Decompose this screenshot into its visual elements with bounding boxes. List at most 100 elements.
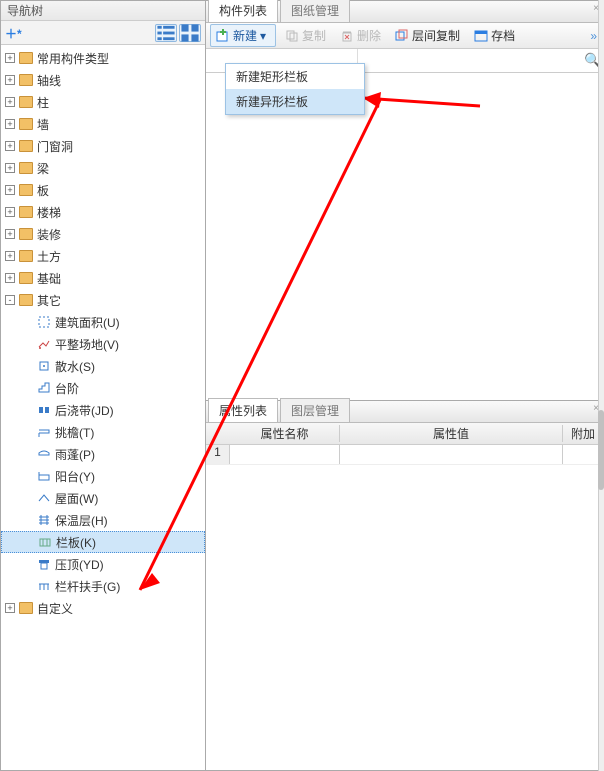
folder-icon bbox=[19, 294, 33, 306]
prop-name-header: 属性名称 bbox=[230, 425, 340, 442]
nav-tree-panel: 导航树 ＋* +常用构件类型+轴线+柱+墙+门窗洞+梁+板+楼梯+装修+土方+基… bbox=[0, 0, 206, 771]
tree-label: 散水(S) bbox=[55, 358, 95, 375]
tab[interactable]: 图纸管理 bbox=[280, 0, 350, 22]
floor-copy-button[interactable]: 层间复制 bbox=[390, 25, 465, 46]
tree-label: 自定义 bbox=[37, 600, 73, 617]
tree-item[interactable]: 平整场地(V) bbox=[1, 333, 205, 355]
tab[interactable]: 构件列表 bbox=[208, 0, 278, 22]
copy-button[interactable]: 复制 bbox=[280, 25, 331, 46]
tree-label: 阳台(Y) bbox=[55, 468, 95, 485]
expand-icon[interactable]: + bbox=[5, 185, 15, 195]
tree-item[interactable]: 建筑面积(U) bbox=[1, 311, 205, 333]
right-scrollbar-thumb[interactable] bbox=[598, 410, 604, 490]
tree-folder[interactable]: +土方 bbox=[1, 245, 205, 267]
canopy-icon bbox=[37, 447, 51, 461]
area-icon bbox=[37, 315, 51, 329]
tree-folder-other[interactable]: -其它 bbox=[1, 289, 205, 311]
tree-item[interactable]: 栏杆扶手(G) bbox=[1, 575, 205, 597]
search-input[interactable] bbox=[358, 49, 583, 72]
expand-icon[interactable]: + bbox=[5, 163, 15, 173]
folder-icon bbox=[19, 228, 33, 240]
tree-folder[interactable]: + 门窗洞 bbox=[1, 135, 205, 157]
archive-icon bbox=[474, 29, 488, 43]
collapse-icon[interactable]: - bbox=[5, 295, 15, 305]
level-icon bbox=[37, 337, 51, 351]
tree-label: 常用构件类型 bbox=[37, 50, 109, 67]
tree-folder[interactable]: +基础 bbox=[1, 267, 205, 289]
tree-folder[interactable]: +柱 bbox=[1, 91, 205, 113]
expand-icon[interactable]: + bbox=[5, 251, 15, 261]
tree-folder[interactable]: +装修 bbox=[1, 223, 205, 245]
nav-tree[interactable]: +常用构件类型+轴线+柱+墙+门窗洞+梁+板+楼梯+装修+土方+基础-其它建筑面… bbox=[1, 45, 205, 770]
expand-icon[interactable]: + bbox=[5, 207, 15, 217]
delete-button[interactable]: 删除 bbox=[335, 25, 386, 46]
tree-folder[interactable]: +楼梯 bbox=[1, 201, 205, 223]
tree-folder[interactable]: + 常用构件类型 bbox=[1, 47, 205, 69]
tree-folder[interactable]: +墙 bbox=[1, 113, 205, 135]
archive-button[interactable]: 存档 bbox=[469, 25, 520, 46]
expand-icon[interactable]: + bbox=[5, 53, 15, 63]
step-icon bbox=[37, 381, 51, 395]
tree-folder[interactable]: +板 bbox=[1, 179, 205, 201]
component-list-body[interactable] bbox=[206, 73, 603, 400]
tree-label: 压顶(YD) bbox=[55, 556, 104, 573]
tree-label: 栏杆扶手(G) bbox=[55, 578, 120, 595]
menu-item[interactable]: 新建异形栏板 bbox=[226, 89, 364, 114]
folder-icon bbox=[19, 602, 33, 614]
tree-item[interactable]: 阳台(Y) bbox=[1, 465, 205, 487]
new-button[interactable]: 新建 ▾ bbox=[210, 24, 276, 47]
tree-item[interactable]: 挑檐(T) bbox=[1, 421, 205, 443]
tree-item[interactable]: 台阶 bbox=[1, 377, 205, 399]
add-icon[interactable]: ＋* bbox=[5, 25, 23, 41]
property-row[interactable]: 1 bbox=[206, 445, 603, 465]
tab[interactable]: 属性列表 bbox=[208, 398, 278, 422]
folder-icon bbox=[19, 206, 33, 218]
new-icon bbox=[216, 29, 230, 43]
tree-label: 门窗洞 bbox=[37, 138, 73, 155]
folder-icon bbox=[19, 184, 33, 196]
scatter-icon bbox=[37, 359, 51, 373]
view-list-button[interactable] bbox=[155, 24, 177, 42]
tree-folder[interactable]: +梁 bbox=[1, 157, 205, 179]
chevron-down-icon: ▾ bbox=[260, 29, 270, 43]
tree-label: 建筑面积(U) bbox=[55, 314, 120, 331]
menu-item[interactable]: 新建矩形栏板 bbox=[226, 64, 364, 89]
archive-label: 存档 bbox=[491, 27, 515, 44]
tree-item[interactable]: 散水(S) bbox=[1, 355, 205, 377]
tree-item[interactable]: 保温层(H) bbox=[1, 509, 205, 531]
expand-icon[interactable]: + bbox=[5, 603, 15, 613]
view-grid-button[interactable] bbox=[179, 24, 201, 42]
tree-label: 后浇带(JD) bbox=[55, 402, 114, 419]
tree-item[interactable]: 后浇带(JD) bbox=[1, 399, 205, 421]
tree-label: 雨蓬(P) bbox=[55, 446, 95, 463]
expand-icon[interactable]: + bbox=[5, 229, 15, 239]
tree-folder[interactable]: +轴线 bbox=[1, 69, 205, 91]
parapet-icon bbox=[38, 535, 52, 549]
prop-extra-cell[interactable] bbox=[563, 445, 603, 464]
balcony-icon bbox=[37, 469, 51, 483]
tree-item[interactable]: 栏板(K) bbox=[1, 531, 205, 553]
property-tabs: 属性列表图层管理× bbox=[206, 401, 603, 423]
tab[interactable]: 图层管理 bbox=[280, 398, 350, 422]
prop-name-cell[interactable] bbox=[230, 445, 340, 464]
postcast-icon bbox=[37, 403, 51, 417]
property-grid-body[interactable]: 1 bbox=[206, 445, 603, 770]
new-dropdown-menu: 新建矩形栏板新建异形栏板 bbox=[225, 63, 365, 115]
component-toolbar: 新建 ▾ 复制 删除 层间复制 存档 » bbox=[206, 23, 603, 49]
tree-label: 栏板(K) bbox=[56, 534, 96, 551]
property-grid-header: 属性名称 属性值 附加 bbox=[206, 423, 603, 445]
expand-icon[interactable]: + bbox=[5, 97, 15, 107]
expand-icon[interactable]: + bbox=[5, 75, 15, 85]
right-scrollbar-track[interactable] bbox=[598, 0, 604, 771]
tree-item[interactable]: 雨蓬(P) bbox=[1, 443, 205, 465]
tree-label: 台阶 bbox=[55, 380, 79, 397]
tree-item[interactable]: 屋面(W) bbox=[1, 487, 205, 509]
prop-value-cell[interactable] bbox=[340, 445, 563, 464]
expand-icon[interactable]: + bbox=[5, 141, 15, 151]
tree-item[interactable]: 压顶(YD) bbox=[1, 553, 205, 575]
prop-extra-header: 附加 bbox=[563, 425, 603, 442]
expand-icon[interactable]: + bbox=[5, 119, 15, 129]
expand-icon[interactable]: + bbox=[5, 273, 15, 283]
prop-value-header: 属性值 bbox=[340, 425, 563, 442]
tree-folder-custom[interactable]: + 自定义 bbox=[1, 597, 205, 619]
